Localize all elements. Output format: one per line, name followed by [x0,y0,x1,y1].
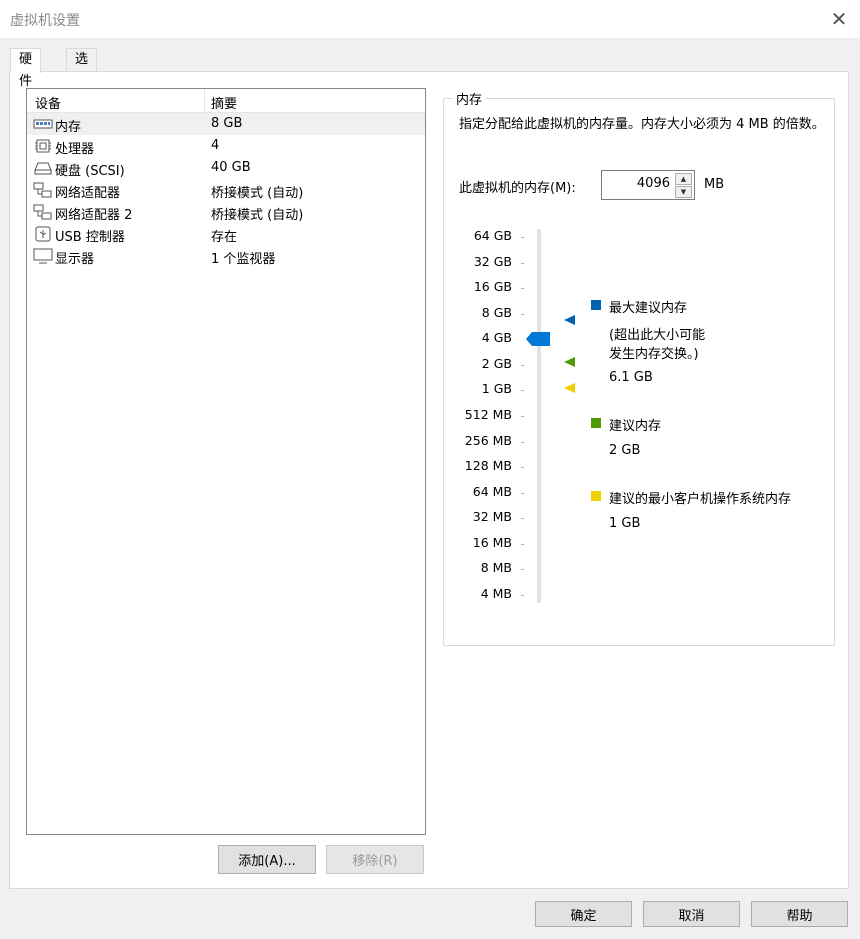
network-adapter-icon [33,182,52,198]
recommended-swatch-icon [591,418,601,428]
max-recommended-note-line2: 发生内存交换。) [609,347,699,362]
device-name: 显示器 [55,252,95,267]
usb-icon [35,226,51,242]
max-recommended-value: 6.1 GB [609,370,653,385]
window-title: 虚拟机设置 [10,13,80,29]
tab-options[interactable]: 选项 [66,48,98,89]
memory-field-label: 此虚拟机的内存(M): [459,181,576,196]
column-divider[interactable] [204,89,205,113]
monitor-icon [33,248,53,264]
scale-tick [521,263,524,264]
device-name: 网络适配器 [55,186,121,201]
scale-label: 4 MB [480,586,512,601]
memory-slider-thumb[interactable] [526,331,550,347]
min-recommended-value: 1 GB [609,516,641,531]
scale-tick [521,569,524,570]
scale-label: 16 GB [473,279,512,294]
device-name: 内存 [55,120,82,135]
scale-tick [521,237,524,238]
memory-icon [33,119,53,129]
scale-tick [521,390,524,391]
memory-slider-track[interactable] [537,229,541,603]
device-row-display[interactable]: 显示器 1 个监视器 [27,245,425,267]
max-recommended-marker-icon [564,315,575,325]
scale-tick [521,518,524,519]
device-row-network-adapter-2[interactable]: 网络适配器 2 桥接模式 (自动) [27,201,425,223]
column-header-summary[interactable]: 摘要 [211,93,237,112]
scale-tick [521,365,524,366]
scale-label: 1 GB [481,381,512,396]
scale-tick [521,416,524,417]
help-button[interactable]: 帮助 [751,901,848,927]
scale-label: 64 GB [473,228,512,243]
memory-description: 指定分配给此虚拟机的内存量。内存大小必须为 4 MB 的倍数。 [459,117,825,132]
device-list[interactable]: 设备 摘要 内存 8 GB 处理器 4 硬盘 (SCSI) 40 GB 网络适配… [26,88,426,835]
max-recommended-title: 最大建议内存 [609,301,688,316]
scale-label: 64 MB [472,484,512,499]
scale-label: 8 MB [480,560,512,575]
scale-tick [521,544,524,545]
max-recommended-note-line1: (超出此大小可能 [609,328,706,343]
recommended-title: 建议内存 [609,419,662,434]
memory-unit-label: MB [704,177,725,192]
max-recommended-swatch-icon [591,300,601,310]
close-icon[interactable]: ✕ [824,4,854,34]
scale-label: 16 MB [472,535,512,550]
scale-label: 8 GB [481,305,512,320]
device-summary: 40 GB [211,160,251,175]
min-recommended-swatch-icon [591,491,601,501]
cancel-button[interactable]: 取消 [643,901,740,927]
device-list-header: 设备 摘要 [27,89,425,113]
device-row-hard-disk[interactable]: 硬盘 (SCSI) 40 GB [27,157,425,179]
device-name: 网络适配器 2 [55,208,133,223]
title-bar: 虚拟机设置 ✕ [0,0,860,38]
scale-tick [521,595,524,596]
min-recommended-marker-icon [564,383,575,393]
scale-label: 512 MB [464,407,512,422]
spin-down-button[interactable]: ▼ [675,186,692,198]
processor-icon [35,139,51,153]
device-summary: 8 GB [211,116,243,131]
recommended-marker-icon [564,357,575,367]
add-device-button[interactable]: 添加(A)... [218,845,316,874]
device-name: USB 控制器 [55,230,125,245]
ok-button[interactable]: 确定 [535,901,632,927]
tab-panel-hardware: 设备 摘要 内存 8 GB 处理器 4 硬盘 (SCSI) 40 GB 网络适配… [9,71,849,889]
memory-spinbox[interactable]: 4096 ▲ ▼ [601,170,695,200]
device-row-network-adapter[interactable]: 网络适配器 桥接模式 (自动) [27,179,425,201]
scale-tick [521,288,524,289]
network-adapter-icon [33,204,52,220]
recommended-value: 2 GB [609,443,641,458]
device-summary: 4 [211,138,220,153]
tab-hardware[interactable]: 硬件 [10,48,42,89]
remove-device-button[interactable]: 移除(R) [326,845,424,874]
device-summary: 桥接模式 (自动) [211,186,304,201]
scale-label: 256 MB [464,433,512,448]
scale-label: 4 GB [481,330,512,345]
device-summary: 存在 [211,230,238,245]
memory-input[interactable]: 4096 [637,176,670,191]
device-row-usb-controller[interactable]: USB 控制器 存在 [27,223,425,245]
scale-label: 32 MB [472,509,512,524]
scale-label: 32 GB [473,254,512,269]
scale-tick [521,493,524,494]
column-header-device[interactable]: 设备 [35,93,61,112]
scale-tick [521,314,524,315]
memory-group-title: 内存 [453,89,486,108]
spin-up-button[interactable]: ▲ [675,173,692,185]
device-name: 处理器 [55,142,95,157]
device-name: 硬盘 (SCSI) [55,164,125,179]
hard-disk-icon [34,162,52,175]
device-summary: 1 个监视器 [211,252,276,267]
device-row-memory[interactable]: 内存 8 GB [27,113,425,135]
scale-label: 128 MB [464,458,512,473]
device-summary: 桥接模式 (自动) [211,208,304,223]
scale-tick [521,467,524,468]
device-row-processor[interactable]: 处理器 4 [27,135,425,157]
min-recommended-title: 建议的最小客户机操作系统内存 [609,492,792,507]
scale-tick [521,442,524,443]
scale-label: 2 GB [481,356,512,371]
